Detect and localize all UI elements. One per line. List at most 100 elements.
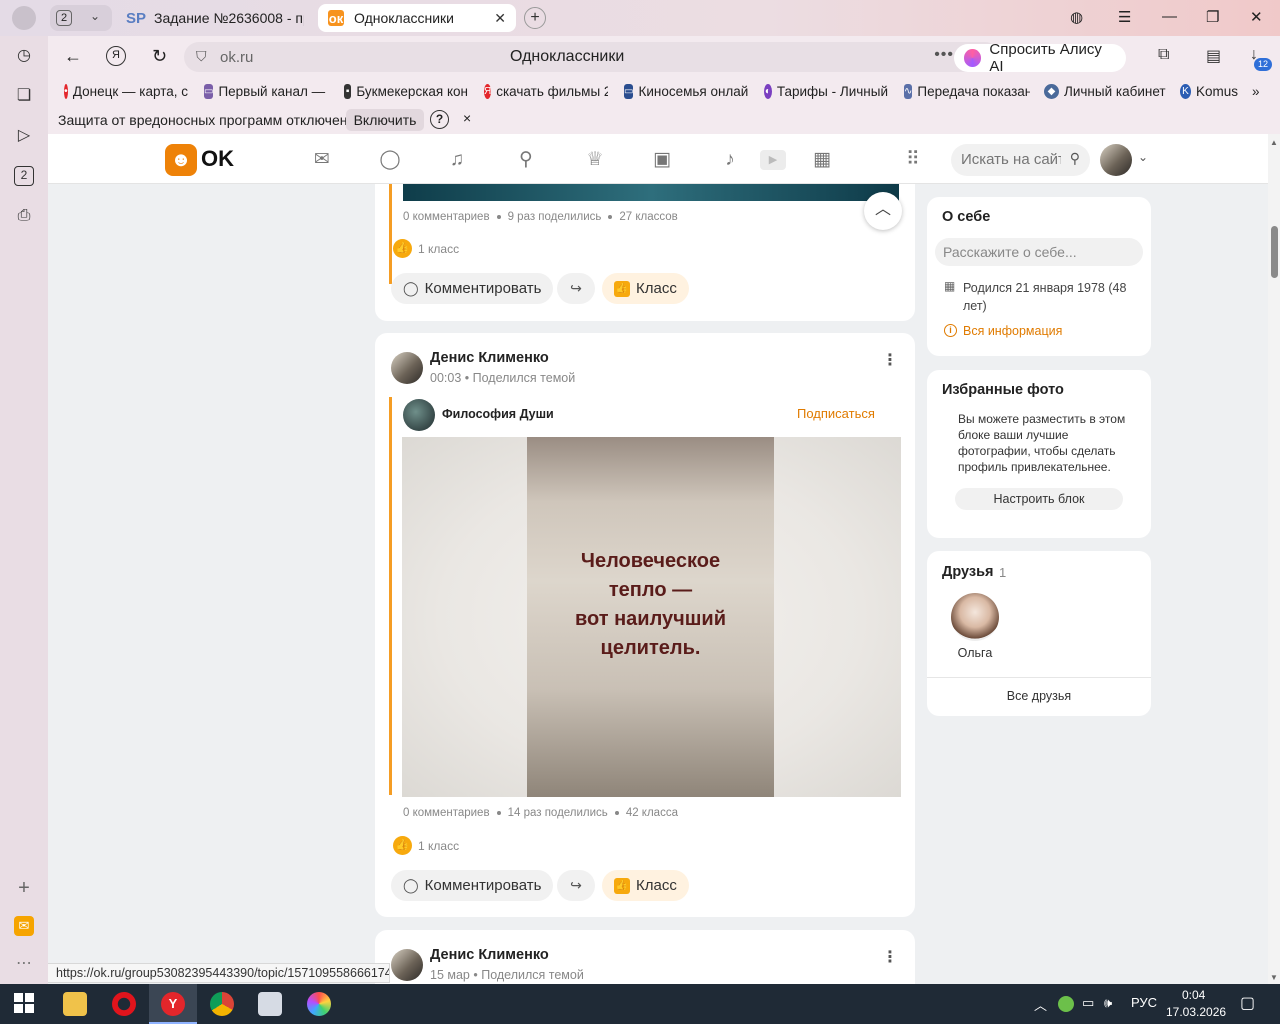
back-icon[interactable]: ← — [64, 46, 82, 67]
group-avatar[interactable] — [403, 399, 435, 431]
class-button[interactable]: 👍 Класс — [602, 870, 689, 901]
marks-icon[interactable]: ♕ — [583, 148, 607, 172]
more-vert-icon[interactable]: ⋮ — [882, 947, 898, 967]
class-button[interactable]: 👍 Класс — [602, 273, 689, 304]
bookmark-item[interactable]: ◆ Личный кабинет — [1044, 84, 1168, 99]
tabs-counter-icon[interactable]: 2 — [14, 166, 34, 186]
tab-zadanie[interactable]: SP Задание №2636008 - про — [118, 4, 314, 32]
scroll-up-arrow-icon[interactable]: ▲ — [1270, 138, 1278, 147]
friend-name[interactable]: Ольга — [945, 646, 1005, 660]
chrome-icon[interactable] — [210, 992, 234, 1016]
friend-avatar[interactable] — [951, 593, 999, 641]
profile-icon[interactable] — [12, 6, 36, 30]
bookmark-item[interactable]: Яскачать фильмы 2 — [484, 84, 608, 99]
tab-group-button[interactable]: 2 ⌄ — [50, 5, 112, 31]
all-friends-link[interactable]: Все друзья — [927, 689, 1151, 703]
like-summary[interactable]: 👍 1 класс — [393, 239, 459, 258]
ok-logo-icon[interactable]: ☻ — [165, 144, 197, 176]
scroll-down-arrow-icon[interactable]: ▼ — [1270, 973, 1278, 982]
close-infobar-icon[interactable]: × — [463, 110, 471, 126]
bookmark-item[interactable]: K Komus — [1180, 84, 1238, 99]
screenshot-icon[interactable]: ⎙ — [14, 206, 34, 226]
comment-button[interactable]: ◯ Комментировать — [391, 273, 554, 304]
friends-title[interactable]: Друзья — [942, 564, 993, 580]
menu-icon[interactable]: ☰ — [1118, 8, 1131, 26]
scrollbar-thumb[interactable] — [1271, 226, 1278, 278]
tray-app-icon[interactable] — [1058, 996, 1074, 1012]
messages-icon[interactable]: ✉ — [310, 148, 334, 172]
more-dots-icon[interactable]: ••• — [934, 46, 954, 64]
history-icon[interactable]: ◷ — [14, 46, 34, 66]
scroll-up-button[interactable]: ︿ — [864, 192, 902, 230]
discussions-icon[interactable]: ◯ — [378, 148, 402, 172]
tab-odnoklassniki[interactable]: ок Одноклассники ✕ — [318, 4, 516, 32]
all-info-link[interactable]: Вся информация — [963, 324, 1062, 338]
calendar-icon[interactable]: ▦ — [810, 148, 834, 172]
search-input[interactable] — [961, 151, 1061, 168]
notifications-icon[interactable]: ♫ — [445, 148, 469, 172]
post-author[interactable]: Денис Клименко — [430, 947, 549, 963]
post-image-bottom[interactable] — [403, 184, 899, 201]
comment-button[interactable]: ◯ Комментировать — [391, 870, 554, 901]
close-window-icon[interactable]: ✕ — [1250, 8, 1263, 26]
yandex-browser-icon[interactable]: Y — [161, 992, 185, 1016]
more-vert-icon[interactable]: ⋮ — [882, 350, 898, 370]
page-scrollbar[interactable]: ▲ ▼ — [1268, 134, 1280, 984]
notifications-icon[interactable]: ▢ — [1240, 993, 1255, 1013]
bookmark-item[interactable]: ▪ Букмекерская кон — [344, 84, 468, 99]
clock-date[interactable]: 17.03.2026 — [1166, 1005, 1226, 1019]
url-field[interactable]: ⛉ ok.ru Одноклассники ••• — [184, 42, 1000, 72]
bookmark-item[interactable]: ▭ Киносемья онлай — [624, 84, 748, 99]
post-photo[interactable]: Человеческое тепло — вот наилучший целит… — [402, 437, 901, 797]
apps-grid-icon[interactable]: ⠿ — [901, 148, 925, 172]
bookmark-item[interactable]: ▭ Первый канал — с — [204, 84, 328, 99]
search-icon[interactable]: ⚲ — [1070, 150, 1080, 167]
more-icon[interactable]: ⋯ — [14, 954, 34, 974]
start-icon[interactable] — [14, 993, 34, 1013]
site-search[interactable]: ⚲ — [951, 144, 1090, 176]
reload-icon[interactable]: ↻ — [152, 46, 167, 67]
video-icon[interactable]: ▷ — [14, 126, 34, 146]
extension-icon[interactable]: ▤ — [1206, 46, 1221, 66]
more-bookmarks-icon[interactable]: » — [1252, 84, 1260, 99]
setup-block-button[interactable]: Настроить блок — [955, 488, 1123, 510]
avatar[interactable] — [1100, 144, 1132, 176]
file-explorer-icon[interactable] — [63, 992, 87, 1016]
share-button[interactable]: ↪ — [557, 870, 595, 901]
about-input[interactable]: Расскажите о себе... — [935, 238, 1143, 266]
ok-logo-text[interactable]: OK — [201, 146, 234, 172]
avatar[interactable] — [391, 352, 423, 384]
restore-icon[interactable]: ❐ — [1206, 8, 1219, 26]
ask-alice-button[interactable]: Спросить Алису AI — [954, 41, 1126, 75]
close-tab-icon[interactable]: ✕ — [494, 10, 506, 27]
share-button[interactable]: ↪ — [557, 273, 595, 304]
mail-icon[interactable]: ✉ — [14, 916, 34, 936]
new-tab-button[interactable]: + — [524, 7, 546, 29]
network-icon[interactable]: ▭ — [1082, 995, 1094, 1011]
bookmark-item[interactable]: • Донецк — карта, с — [64, 84, 188, 99]
opera-icon[interactable] — [112, 992, 136, 1016]
account-icon[interactable]: ◍ — [1070, 8, 1083, 26]
like-summary[interactable]: 👍 1 класс — [393, 836, 459, 855]
image-editor-icon[interactable] — [258, 992, 282, 1016]
bookmark-item[interactable]: ◐ Тарифы - Личный — [764, 84, 888, 99]
shield-icon[interactable]: ⛉ — [196, 48, 207, 65]
clock-time[interactable]: 0:04 — [1182, 988, 1205, 1002]
avatar[interactable] — [391, 949, 423, 981]
chevron-down-icon[interactable]: ⌄ — [1138, 150, 1148, 164]
live-icon[interactable]: ▶ — [760, 150, 786, 170]
minimize-icon[interactable]: — — [1162, 8, 1177, 25]
yandex-icon[interactable]: Я — [106, 46, 126, 66]
reader-icon[interactable]: ⧉ — [1158, 46, 1169, 64]
language-indicator[interactable]: РУС — [1131, 995, 1157, 1010]
video-icon[interactable]: ▣ — [650, 148, 674, 172]
add-panel-icon[interactable]: + — [14, 878, 34, 898]
post-author[interactable]: Денис Клименко — [430, 350, 549, 366]
music-icon[interactable]: ♪ — [718, 148, 742, 172]
help-icon[interactable]: ? — [430, 110, 449, 129]
collections-icon[interactable]: ❏ — [14, 86, 34, 106]
enable-protection-button[interactable]: Включить — [346, 109, 424, 131]
bookmark-item[interactable]: ∿ Передача показан — [904, 84, 1030, 99]
volume-icon[interactable]: 🕪 — [1104, 995, 1112, 1011]
color-app-icon[interactable] — [307, 992, 331, 1016]
